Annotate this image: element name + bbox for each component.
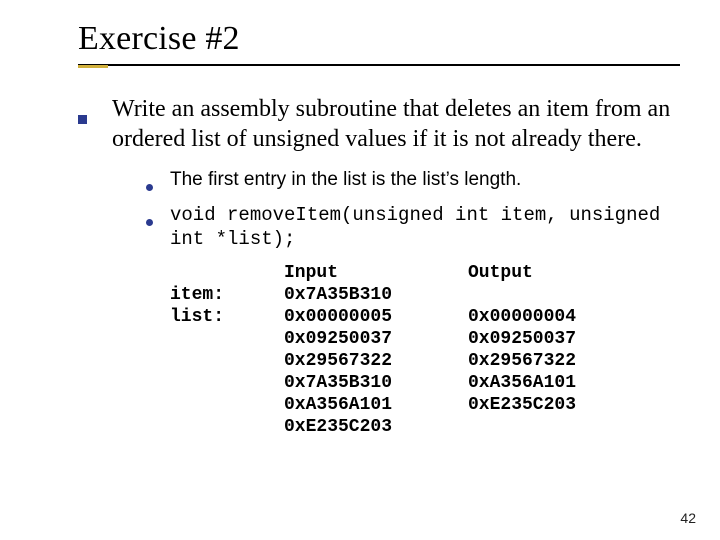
input-value: 0xA356A101: [284, 394, 424, 416]
label-list: list:: [170, 306, 240, 328]
output-header: Output: [468, 262, 608, 284]
output-value: 0x09250037: [468, 328, 608, 350]
prototype-code: void removeItem(unsigned int item, unsig…: [170, 203, 680, 252]
sublist: The first entry in the list is the list’…: [146, 168, 680, 252]
page-number: 42: [680, 510, 696, 526]
output-value: 0x29567322: [468, 350, 608, 372]
output-column: Output 0x00000004 0x09250037 0x29567322 …: [468, 262, 608, 438]
slide-title: Exercise #2: [78, 20, 680, 58]
output-value: 0xE235C203: [468, 394, 608, 416]
input-header: Input: [284, 262, 424, 284]
sub-text-1: The first entry in the list is the list’…: [170, 168, 680, 199]
input-value: 0xE235C203: [284, 416, 424, 438]
input-value: 0x09250037: [284, 328, 424, 350]
output-value: 0xA356A101: [468, 372, 608, 394]
output-value: 0x00000004: [468, 306, 608, 328]
data-table: item: list: Input 0x7A35B310 0x00000005 …: [170, 262, 680, 438]
bullet-level1: Write an assembly subroutine that delete…: [78, 94, 680, 154]
input-column: Input 0x7A35B310 0x00000005 0x09250037 0…: [284, 262, 424, 438]
label-item: item:: [170, 284, 240, 306]
slide: Exercise #2 Write an assembly subroutine…: [0, 0, 720, 540]
dot-bullet-icon: [146, 203, 170, 252]
main-text: Write an assembly subroutine that delete…: [112, 94, 680, 154]
square-bullet-icon: [78, 94, 112, 154]
input-value: 0x7A35B310: [284, 284, 424, 306]
input-value: 0x29567322: [284, 350, 424, 372]
title-wrap: Exercise #2: [78, 20, 680, 66]
bullet-level2: void removeItem(unsigned int item, unsig…: [146, 203, 680, 252]
title-accent: [78, 65, 108, 68]
input-value: 0x00000005: [284, 306, 424, 328]
input-value: 0x7A35B310: [284, 372, 424, 394]
labels-column: item: list:: [170, 262, 240, 438]
dot-bullet-icon: [146, 168, 170, 199]
bullet-level2: The first entry in the list is the list’…: [146, 168, 680, 199]
body: Write an assembly subroutine that delete…: [78, 94, 680, 438]
